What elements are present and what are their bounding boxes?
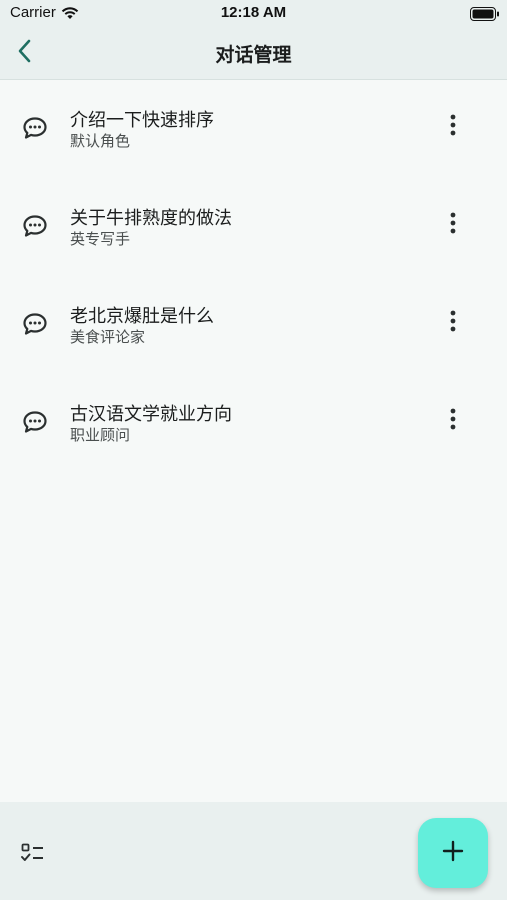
chat-bubble-icon [22,116,48,140]
conversation-role: 美食评论家 [70,328,146,346]
multi-select-button[interactable] [18,840,48,866]
more-vertical-icon [450,212,456,238]
add-conversation-button[interactable] [418,818,488,888]
conversation-list: 介绍一下快速排序 默认角色 关于牛排熟度的做法 英专写手 老北京爆肚是什么 美食… [0,80,507,472]
page-title: 对话管理 [215,44,292,66]
more-vertical-icon [450,114,456,140]
battery-icon [470,6,500,25]
more-vertical-icon [450,408,456,434]
more-options-button[interactable] [438,210,468,240]
plus-icon [442,840,464,866]
status-bar: Carrier 12:18 AM [0,0,507,28]
more-options-button[interactable] [438,112,468,142]
conversation-item[interactable]: 介绍一下快速排序 默认角色 [0,80,507,178]
bottom-bar [0,802,507,900]
conversation-role: 默认角色 [70,132,131,150]
conversation-role: 职业顾问 [70,426,131,444]
chat-bubble-icon [22,410,48,434]
checklist-icon [18,843,48,870]
more-vertical-icon [450,310,456,336]
more-options-button[interactable] [438,406,468,436]
conversation-item[interactable]: 老北京爆肚是什么 美食评论家 [0,276,507,374]
status-time: 12:18 AM [220,4,287,21]
top-bar: Carrier 12:18 AM 对话管理 [0,0,507,80]
chat-bubble-icon [22,214,48,238]
conversation-title: 古汉语文学就业方向 [70,404,232,425]
conversation-role: 英专写手 [70,230,131,248]
conversation-item[interactable]: 关于牛排熟度的做法 英专写手 [0,178,507,276]
conversation-title: 关于牛排熟度的做法 [70,208,232,229]
conversation-title: 介绍一下快速排序 [70,110,214,131]
conversation-item[interactable]: 古汉语文学就业方向 职业顾问 [0,374,507,472]
conversation-title: 老北京爆肚是什么 [70,306,214,327]
more-options-button[interactable] [438,308,468,338]
chat-bubble-icon [22,312,48,336]
